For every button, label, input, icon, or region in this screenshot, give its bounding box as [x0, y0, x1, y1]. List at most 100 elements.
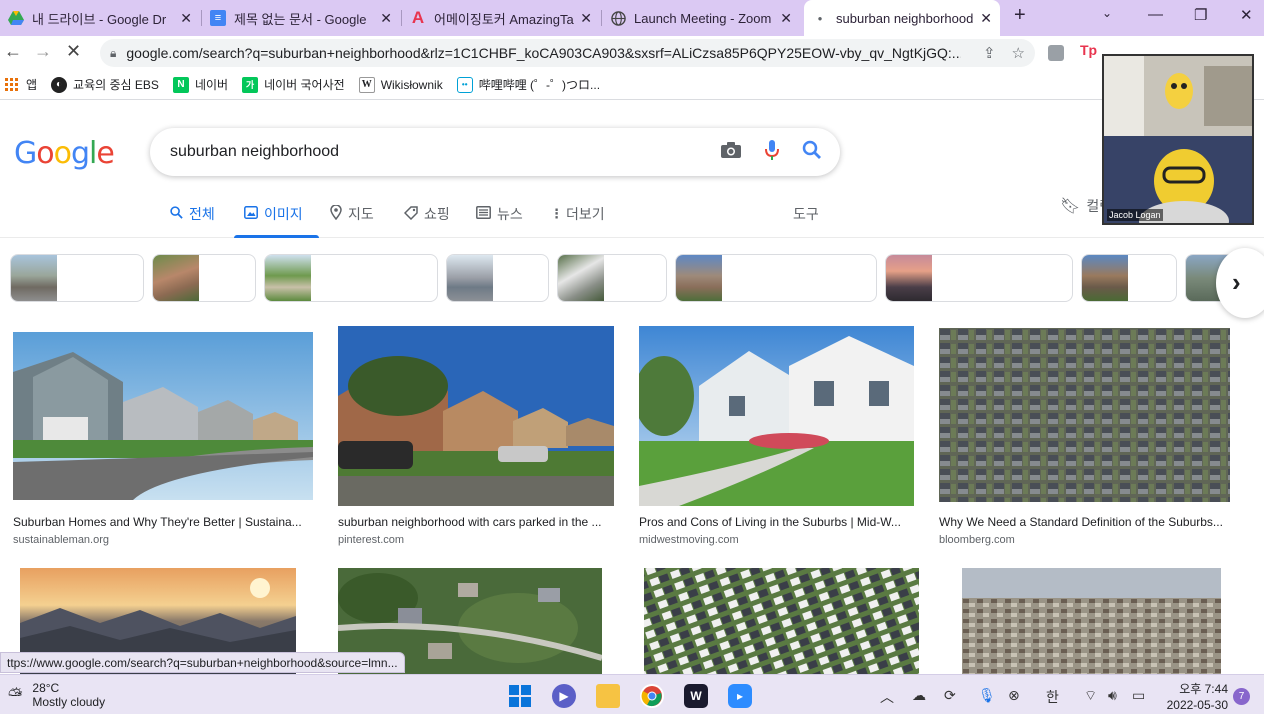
- battery-icon[interactable]: ▭: [1132, 687, 1145, 704]
- image-result[interactable]: Pros and Cons of Living in the Suburbs |…: [639, 326, 914, 550]
- share-icon[interactable]: ⇪: [983, 44, 996, 62]
- related-chip[interactable]: [557, 254, 667, 302]
- camera-icon[interactable]: [720, 141, 742, 164]
- bookmark-label: 앱: [26, 78, 38, 92]
- result-image[interactable]: [939, 328, 1230, 502]
- search-icon[interactable]: [802, 140, 822, 165]
- bookmark-bilibili[interactable]: •• 哔哩哔哩 (゜-゜)つロ...: [456, 76, 601, 93]
- related-chip[interactable]: [446, 254, 549, 302]
- result-caption[interactable]: Suburban Homes and Why They're Better | …: [13, 515, 311, 529]
- weather-condition: Mostly cloudy: [32, 695, 106, 709]
- back-button[interactable]: ←: [4, 41, 22, 62]
- close-icon[interactable]: ✕: [980, 10, 992, 27]
- result-image[interactable]: [962, 568, 1221, 674]
- bookmark-label: 哔哩哔哩 (゜-゜)つロ...: [478, 78, 601, 92]
- related-chip[interactable]: [885, 254, 1073, 302]
- related-chip[interactable]: [264, 254, 438, 302]
- bookmark-ebs[interactable]: ◐ 교육의 중심 EBS: [51, 76, 159, 93]
- bookmark-icon: 🔖︎: [1060, 198, 1081, 215]
- tab-label: 뉴스: [497, 206, 523, 222]
- x-circle-icon[interactable]: ⊗: [1008, 687, 1020, 704]
- image-result[interactable]: [644, 568, 919, 674]
- zoom-video-overlay[interactable]: Jacob Logan: [1102, 54, 1254, 241]
- bookmark-label: Wikisłownik: [380, 77, 443, 92]
- tab-images[interactable]: 이미지: [234, 204, 319, 238]
- chrome-icon[interactable]: [640, 684, 664, 708]
- bookmark-naver[interactable]: N 네이버: [172, 76, 228, 93]
- onedrive-icon[interactable]: ☁︎: [912, 687, 926, 704]
- tab-more[interactable]: ⋮ 더보기: [550, 204, 605, 224]
- app-icon[interactable]: W: [684, 684, 708, 708]
- tab-google-docs[interactable]: ≡ 제목 없는 문서 - Google ✕: [202, 4, 400, 32]
- result-image[interactable]: [13, 332, 313, 500]
- close-icon[interactable]: ✕: [780, 10, 792, 27]
- result-image[interactable]: [338, 326, 614, 506]
- close-window-button[interactable]: ✕: [1240, 6, 1253, 24]
- related-chip[interactable]: [152, 254, 256, 302]
- notification-badge[interactable]: 7: [1233, 688, 1250, 705]
- close-icon[interactable]: ✕: [580, 10, 592, 27]
- volume-icon[interactable]: 🔊︎: [1108, 687, 1117, 704]
- tab-amazingtalker[interactable]: A 어메이징토커 AmazingTa ✕: [402, 4, 600, 32]
- naver-dictionary-icon: 가: [242, 76, 259, 93]
- chevron-up-icon[interactable]: ︿: [880, 687, 894, 707]
- bookmark-apps[interactable]: 앱: [4, 76, 37, 93]
- minimize-button[interactable]: —: [1148, 6, 1163, 23]
- close-icon[interactable]: ✕: [180, 10, 192, 27]
- microphone-icon[interactable]: [764, 139, 780, 166]
- restore-button[interactable]: ❐: [1194, 6, 1207, 24]
- result-source: pinterest.com: [338, 534, 405, 546]
- more-vert-icon: ⋮: [550, 206, 563, 221]
- related-chip[interactable]: [10, 254, 144, 302]
- bookmark-star-icon[interactable]: ☆: [1012, 44, 1025, 62]
- tools-button[interactable]: 도구: [793, 204, 819, 224]
- result-caption[interactable]: Why We Need a Standard Definition of the…: [939, 515, 1228, 529]
- related-chip[interactable]: [1081, 254, 1177, 302]
- address-bar[interactable]: 🔒︎ google.com/search?q=suburban+neighbor…: [100, 39, 1035, 67]
- image-result[interactable]: suburban neighborhood with cars parked i…: [338, 326, 614, 550]
- tab-title: suburban neighborhood: [836, 10, 974, 26]
- globe-icon: [610, 10, 626, 26]
- search-input[interactable]: suburban neighborhood: [170, 143, 720, 161]
- bookmark-naver-dictionary[interactable]: 가 네이버 국어사전: [242, 76, 345, 93]
- close-icon[interactable]: ✕: [380, 10, 392, 27]
- weather-widget[interactable]: ⛅︎ 28°C Mostly cloudy: [8, 681, 105, 709]
- result-caption[interactable]: Pros and Cons of Living in the Suburbs |…: [639, 515, 913, 529]
- stop-loading-button[interactable]: ✕: [66, 41, 81, 62]
- tab-title: 내 드라이브 - Google Dr: [32, 11, 167, 27]
- participant-name: Jacob Logan: [1107, 209, 1163, 221]
- teams-chat-icon[interactable]: ▶: [552, 684, 576, 708]
- windows-start-icon[interactable]: [508, 684, 532, 708]
- tab-maps[interactable]: 지도: [330, 204, 374, 224]
- result-image[interactable]: [639, 326, 914, 506]
- image-result[interactable]: Why We Need a Standard Definition of the…: [939, 328, 1230, 550]
- ime-indicator[interactable]: 한: [1046, 687, 1059, 707]
- extension-icon[interactable]: [1048, 45, 1064, 61]
- tab-suburban-neighborhood[interactable]: ● suburban neighborhood ✕: [804, 0, 1000, 36]
- wifi-icon[interactable]: ⌔: [1084, 687, 1097, 705]
- chips-next-button[interactable]: ›: [1216, 248, 1264, 318]
- file-explorer-icon[interactable]: [596, 684, 620, 708]
- result-caption[interactable]: suburban neighborhood with cars parked i…: [338, 515, 610, 529]
- tp-extension-icon[interactable]: Tp: [1080, 42, 1097, 58]
- sync-icon[interactable]: ⟳: [944, 687, 956, 704]
- system-clock[interactable]: 오후 7:44 2022-05-30: [1150, 681, 1228, 713]
- tab-search-chevron-icon[interactable]: ⌄: [1102, 6, 1112, 20]
- tab-news[interactable]: 뉴스: [476, 204, 523, 224]
- tab-all[interactable]: 전체: [170, 204, 215, 224]
- google-logo[interactable]: Google: [14, 136, 115, 171]
- new-tab-button[interactable]: +: [1014, 4, 1026, 27]
- image-result[interactable]: Suburban Homes and Why They're Better | …: [13, 332, 313, 550]
- result-image[interactable]: [644, 568, 919, 674]
- tab-zoom-launch[interactable]: Launch Meeting - Zoom ✕: [602, 4, 800, 32]
- related-chip[interactable]: [675, 254, 877, 302]
- zoom-app-icon[interactable]: ▸: [728, 684, 752, 708]
- map-pin-icon: [330, 204, 342, 223]
- search-box[interactable]: suburban neighborhood: [150, 128, 840, 176]
- bookmark-wikislownik[interactable]: W Wikisłownik: [358, 76, 443, 93]
- tab-shopping[interactable]: 쇼핑: [403, 204, 450, 224]
- image-result[interactable]: [962, 568, 1221, 674]
- microphone-icon[interactable]: 🎙︎: [978, 687, 996, 704]
- tab-google-drive[interactable]: 내 드라이브 - Google Dr ✕: [0, 4, 200, 32]
- forward-button[interactable]: →: [34, 41, 52, 62]
